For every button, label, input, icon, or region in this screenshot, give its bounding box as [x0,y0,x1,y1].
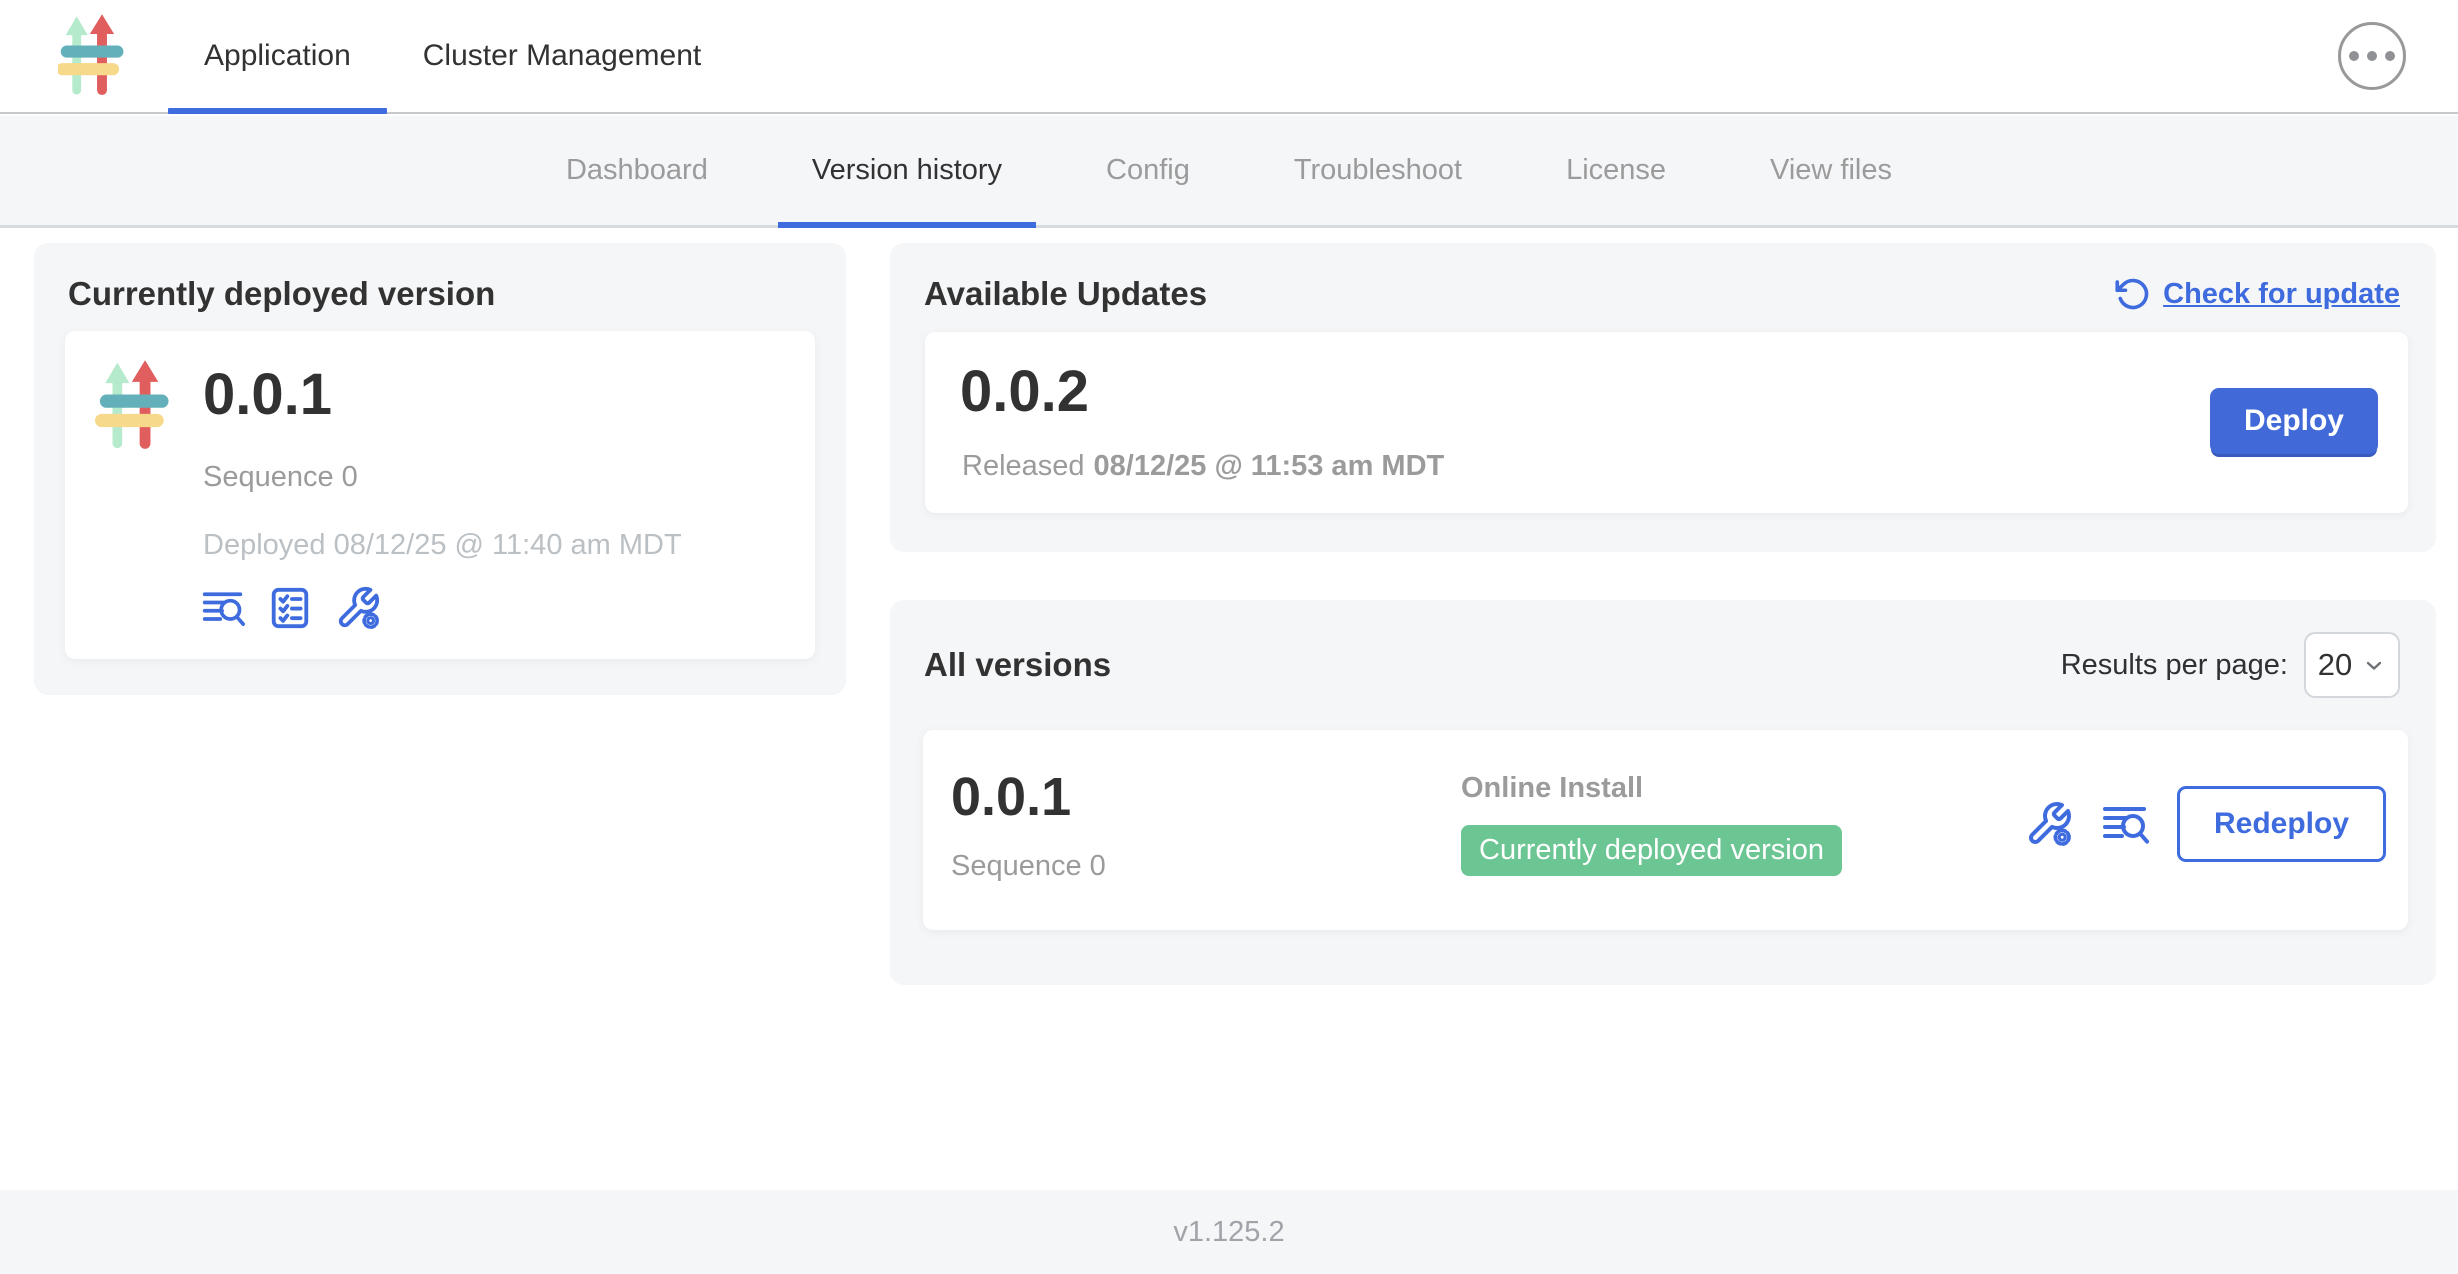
preflight-checklist-icon[interactable] [267,585,313,631]
all-versions-header: All versions Results per page: 20 [890,600,2436,698]
tab-cluster-management[interactable]: Cluster Management [387,0,737,112]
available-updates-card: Available Updates Check for update 0.0.2… [890,243,2436,552]
app-logo-icon [58,13,124,99]
results-per-page-label: Results per page: [2061,649,2288,682]
row-version-sequence: Sequence 0 [951,850,1106,883]
currently-deployed-title: Currently deployed version [68,275,495,313]
all-versions-title: All versions [924,646,1111,684]
available-updates-title: Available Updates [924,275,1207,313]
version-row: 0.0.1 Sequence 0 Online Install Currentl… [923,730,2408,930]
console-version: v1.125.2 [1173,1216,1284,1249]
results-per-page: Results per page: 20 [2061,632,2400,698]
update-row: 0.0.2 Released 08/12/25 @ 11:53 am MDT De… [925,332,2408,513]
tab-license[interactable]: License [1514,116,1718,225]
tab-troubleshoot[interactable]: Troubleshoot [1242,116,1514,225]
diff-logs-icon[interactable] [2101,800,2149,848]
config-wrench-icon[interactable] [2025,800,2073,848]
row-version-number: 0.0.1 [951,766,1071,828]
check-for-update-label: Check for update [2163,278,2400,311]
tab-config[interactable]: Config [1054,116,1242,225]
current-version-sequence: Sequence 0 [203,461,358,494]
app-logo-icon [91,359,175,453]
top-tabs: Application Cluster Management [168,0,737,112]
overflow-menu-button[interactable] [2338,22,2406,90]
check-for-update-link[interactable]: Check for update [2115,276,2400,312]
tab-dashboard[interactable]: Dashboard [514,116,760,225]
tab-application[interactable]: Application [168,0,387,112]
chevron-down-icon [2362,653,2386,677]
released-date: 08/12/25 @ 11:53 am MDT [1094,450,1445,482]
footer: v1.125.2 [0,1190,2458,1274]
refresh-icon [2115,276,2151,312]
update-version-number: 0.0.2 [960,358,1089,425]
currently-deployed-card: Currently deployed version 0.0.1 Sequenc… [34,243,846,695]
all-versions-card: All versions Results per page: 20 0.0.1 … [890,600,2436,985]
current-version-actions [201,585,381,631]
admin-console-page: Application Cluster Management Dashboard… [0,0,2458,1274]
results-per-page-value: 20 [2318,647,2352,683]
config-wrench-icon[interactable] [335,585,381,631]
app-subnav: Dashboard Version history Config Trouble… [0,116,2458,228]
diff-logs-icon[interactable] [201,586,245,630]
row-install-info: Online Install Currently deployed versio… [1461,772,1842,876]
redeploy-button[interactable]: Redeploy [2177,786,2386,862]
available-updates-header: Available Updates Check for update [890,243,2436,313]
ellipsis-icon [2385,51,2395,61]
ellipsis-icon [2349,51,2359,61]
deploy-button[interactable]: Deploy [2210,388,2378,454]
tab-version-history[interactable]: Version history [760,116,1054,225]
top-navbar: Application Cluster Management [0,0,2458,114]
released-prefix: Released [962,450,1085,482]
row-actions: Redeploy [2025,786,2386,862]
row-install-type: Online Install [1461,772,1842,805]
update-released-at: Released 08/12/25 @ 11:53 am MDT [962,450,1444,483]
current-version-number: 0.0.1 [203,361,332,428]
results-per-page-select[interactable]: 20 [2304,632,2400,698]
current-version-deployed-at: Deployed 08/12/25 @ 11:40 am MDT [203,529,682,562]
current-version-panel: 0.0.1 Sequence 0 Deployed 08/12/25 @ 11:… [65,331,815,659]
tab-view-files[interactable]: View files [1718,116,1944,225]
currently-deployed-header: Currently deployed version [34,243,846,313]
ellipsis-icon [2367,51,2377,61]
currently-deployed-badge: Currently deployed version [1461,825,1842,876]
